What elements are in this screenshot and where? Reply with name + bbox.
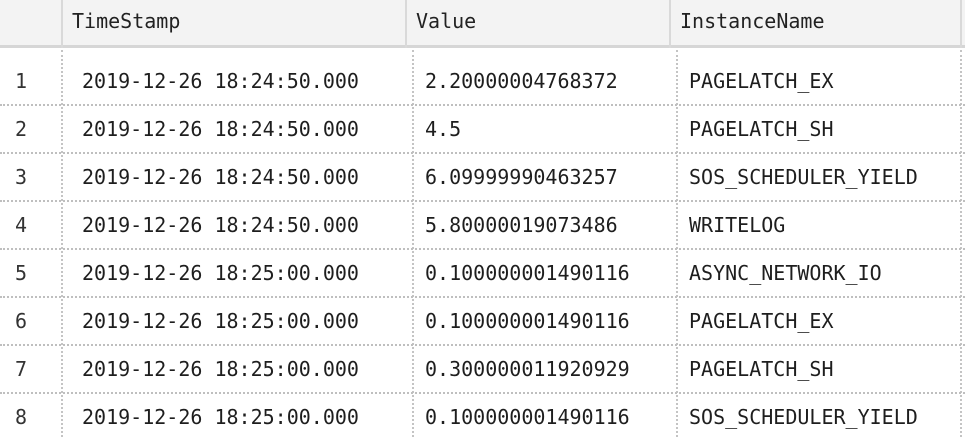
row-number[interactable]: 7 — [15, 346, 27, 392]
column-divider[interactable] — [61, 0, 63, 48]
table-row[interactable]: 7 2019-12-26 18:25:00.000 0.300000011920… — [0, 346, 965, 394]
column-header-value[interactable]: Value — [416, 0, 666, 45]
table-row[interactable]: 6 2019-12-26 18:25:00.000 0.100000001490… — [0, 298, 965, 346]
cell-timestamp[interactable]: 2019-12-26 18:24:50.000 — [82, 154, 359, 200]
cell-instancename[interactable]: PAGELATCH_EX — [689, 58, 834, 104]
cell-instancename[interactable]: WRITELOG — [689, 202, 785, 248]
cell-timestamp[interactable]: 2019-12-26 18:25:00.000 — [82, 298, 359, 344]
cell-timestamp[interactable]: 2019-12-26 18:25:00.000 — [82, 250, 359, 296]
cell-instancename[interactable]: ASYNC_NETWORK_IO — [689, 250, 882, 296]
row-number[interactable]: 3 — [15, 154, 27, 200]
rownum-header[interactable] — [0, 0, 61, 45]
grid-header: TimeStamp Value InstanceName — [0, 0, 965, 48]
column-divider[interactable] — [405, 0, 407, 48]
table-row[interactable]: 3 2019-12-26 18:24:50.000 6.099999904632… — [0, 154, 965, 202]
cell-instancename[interactable]: PAGELATCH_EX — [689, 298, 834, 344]
row-number[interactable]: 5 — [15, 250, 27, 296]
cell-value[interactable]: 0.100000001490116 — [425, 250, 630, 296]
row-number[interactable]: 2 — [15, 106, 27, 152]
cell-instancename[interactable]: SOS_SCHEDULER_YIELD — [689, 394, 918, 440]
cell-instancename[interactable]: PAGELATCH_SH — [689, 346, 834, 392]
cell-value[interactable]: 0.300000011920929 — [425, 346, 630, 392]
column-divider[interactable] — [960, 0, 962, 48]
table-row[interactable]: 5 2019-12-26 18:25:00.000 0.100000001490… — [0, 250, 965, 298]
cell-instancename[interactable]: SOS_SCHEDULER_YIELD — [689, 154, 918, 200]
cell-value[interactable]: 5.80000019073486 — [425, 202, 618, 248]
row-number[interactable]: 1 — [15, 58, 27, 104]
cell-value[interactable]: 2.20000004768372 — [425, 58, 618, 104]
row-number[interactable]: 4 — [15, 202, 27, 248]
table-row[interactable]: 2 2019-12-26 18:24:50.000 4.5 PAGELATCH_… — [0, 106, 965, 154]
cell-value[interactable]: 6.09999990463257 — [425, 154, 618, 200]
column-divider[interactable] — [669, 0, 671, 48]
table-row[interactable]: 8 2019-12-26 18:25:00.000 0.100000001490… — [0, 394, 965, 442]
cell-value[interactable]: 4.5 — [425, 106, 461, 152]
table-row[interactable]: 4 2019-12-26 18:24:50.000 5.800000190734… — [0, 202, 965, 250]
cell-timestamp[interactable]: 2019-12-26 18:24:50.000 — [82, 202, 359, 248]
cell-instancename[interactable]: PAGELATCH_SH — [689, 106, 834, 152]
cell-timestamp[interactable]: 2019-12-26 18:24:50.000 — [82, 106, 359, 152]
row-number[interactable]: 8 — [15, 394, 27, 440]
column-header-timestamp[interactable]: TimeStamp — [72, 0, 402, 45]
cell-timestamp[interactable]: 2019-12-26 18:25:00.000 — [82, 346, 359, 392]
cell-timestamp[interactable]: 2019-12-26 18:25:00.000 — [82, 394, 359, 440]
column-header-instancename[interactable]: InstanceName — [680, 0, 950, 45]
cell-timestamp[interactable]: 2019-12-26 18:24:50.000 — [82, 58, 359, 104]
table-row[interactable]: 1 2019-12-26 18:24:50.000 2.200000047683… — [0, 58, 965, 106]
cell-value[interactable]: 0.100000001490116 — [425, 298, 630, 344]
results-grid: TimeStamp Value InstanceName 1 2019-12-2… — [0, 0, 965, 437]
row-number[interactable]: 6 — [15, 298, 27, 344]
cell-value[interactable]: 0.100000001490116 — [425, 394, 630, 440]
